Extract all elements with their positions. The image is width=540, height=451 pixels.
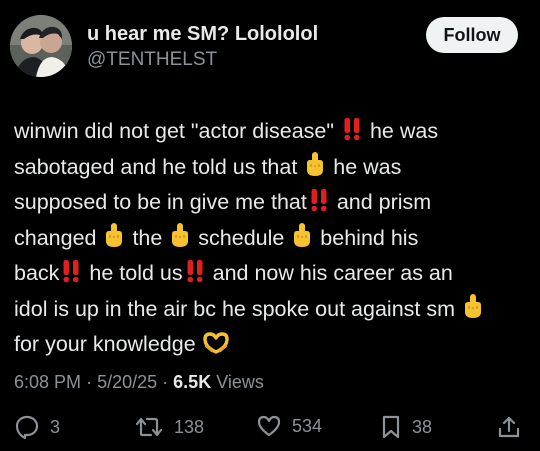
tweet-text: and now his career as an (206, 261, 453, 285)
tweet-text: idol is up in the air bc he spoke out ag… (14, 296, 461, 321)
double-exclamation-icon (340, 117, 364, 151)
reply-icon (14, 414, 40, 440)
tweet-date[interactable]: 5/20/25 (97, 372, 157, 392)
tweet-text: back (14, 261, 60, 285)
repost-count: 138 (174, 416, 205, 437)
bookmark-count: 38 (412, 416, 433, 437)
tweet-text: schedule (192, 225, 291, 250)
views-label: Views (216, 372, 264, 392)
repost-icon (134, 414, 164, 440)
reply-count: 3 (50, 416, 61, 437)
middle-finger-icon (303, 151, 327, 187)
tweet-line: back he told us and now his career as an (14, 257, 529, 293)
tweet-text: winwin did not get "actor disease" (14, 119, 340, 143)
tweet-line: changed the schedule behind his (14, 222, 529, 258)
like-button[interactable]: 534 (256, 414, 322, 438)
repost-button[interactable]: 138 (134, 414, 204, 440)
display-name[interactable]: u hear me SM? Lolololol (87, 23, 318, 46)
double-exclamation-icon (307, 188, 331, 222)
tweet-text: the (126, 225, 169, 250)
user-handle[interactable]: @TENTHELST (87, 49, 217, 71)
reply-button[interactable]: 3 (14, 414, 60, 440)
heart-hands-icon (202, 331, 230, 364)
tweet-body: winwin did not get "actor disease" he wa… (14, 115, 529, 364)
meta-separator: · (86, 372, 93, 392)
avatar-photo (10, 15, 72, 77)
avatar[interactable] (10, 15, 72, 77)
tweet-text: he was (327, 154, 402, 179)
tweet-line: supposed to be in give me that and prism (14, 186, 529, 222)
tweet-text: supposed to be in give me that (14, 190, 307, 214)
like-count: 534 (292, 415, 323, 436)
tweet-line: sabotaged and he told us that he was (14, 151, 529, 187)
meta-separator: · (162, 372, 169, 392)
bookmark-icon (380, 414, 402, 440)
double-exclamation-icon (59, 259, 83, 293)
middle-finger-icon (290, 222, 314, 258)
share-button[interactable] (496, 414, 522, 440)
tweet-text: for your knowledge (14, 332, 202, 356)
middle-finger-icon (168, 222, 192, 258)
tweet-line: idol is up in the air bc he spoke out ag… (14, 293, 529, 329)
share-icon (496, 414, 522, 440)
tweet-line: winwin did not get "actor disease" he wa… (14, 115, 529, 151)
bookmark-button[interactable]: 38 (380, 414, 432, 440)
follow-button[interactable]: Follow (426, 17, 518, 53)
tweet-text: sabotaged and he told us that (14, 154, 304, 179)
heart-icon (256, 414, 282, 438)
views-count: 6.5K (173, 372, 212, 392)
double-exclamation-icon (183, 259, 207, 293)
tweet-meta: 6:08 PM · 5/20/25 · 6.5K Views (14, 372, 264, 393)
tweet-line: for your knowledge (14, 328, 529, 364)
tweet-text: and prism (330, 190, 432, 214)
middle-finger-icon (461, 293, 485, 329)
tweet-text: behind his (314, 225, 419, 250)
tweet-text: he was (364, 119, 439, 143)
tweet-text: he told us (83, 261, 183, 285)
tweet-time[interactable]: 6:08 PM (14, 372, 81, 392)
tweet-text: changed (14, 225, 103, 250)
middle-finger-icon (102, 222, 126, 258)
